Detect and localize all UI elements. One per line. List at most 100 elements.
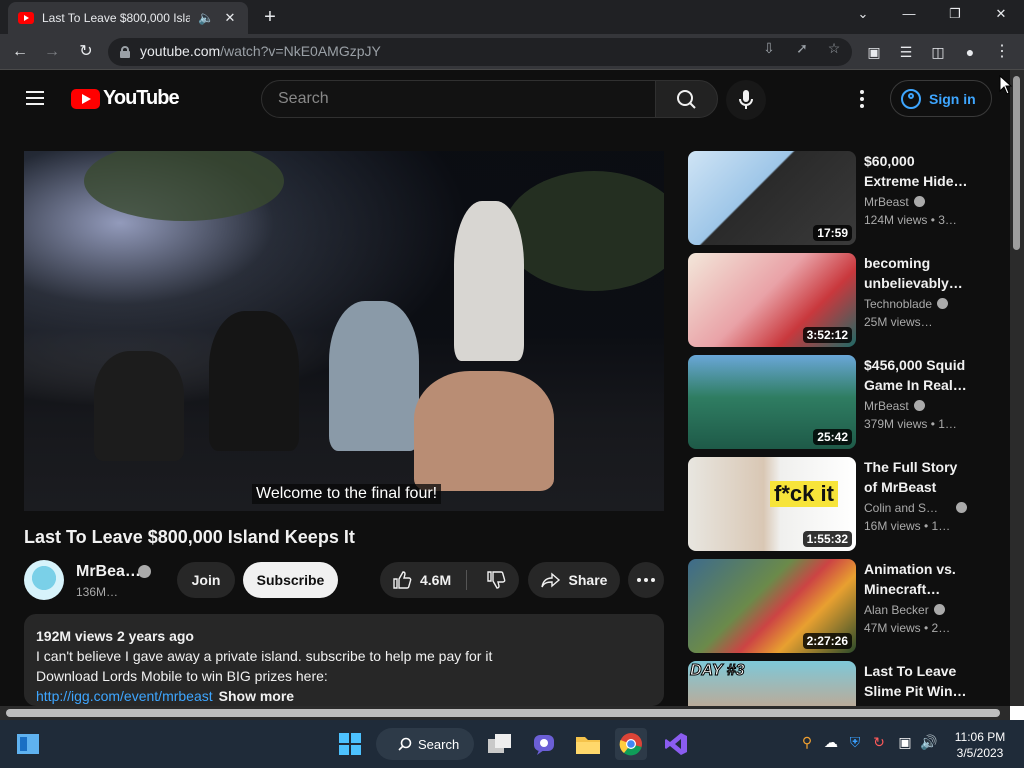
- video-thumbnail[interactable]: f*ck it 1:55:32: [688, 457, 856, 551]
- search-tray-icon[interactable]: ⚲: [798, 734, 816, 751]
- onedrive-cloud-icon[interactable]: ☁: [822, 734, 840, 751]
- rec-video-title[interactable]: $60,000 Extreme Hide…: [864, 151, 970, 191]
- video-thumbnail[interactable]: 17:59: [688, 151, 856, 245]
- url-path: /watch?v=NkE0AMGzpJY: [220, 43, 381, 59]
- scene-palm-fronds: [84, 151, 284, 221]
- video-thumbnail[interactable]: 3:52:12: [688, 253, 856, 347]
- rec-video-title[interactable]: Animation vs. Minecraft…: [864, 559, 970, 599]
- extensions-puzzle-icon[interactable]: ▣: [864, 42, 884, 62]
- restore-button[interactable]: ❐: [940, 6, 970, 22]
- windows-taskbar: Search ⚲ ☁ ⛨ ↻ ▣ 🔊 11:06 PM 3/5/2023: [0, 720, 1024, 768]
- rec-video-meta: 379M views • 1…: [864, 417, 957, 431]
- rec-channel-name[interactable]: Colin and S…: [864, 501, 968, 515]
- profile-icon[interactable]: ●: [960, 42, 980, 62]
- search-input[interactable]: [278, 90, 638, 108]
- voice-search-button[interactable]: [726, 80, 766, 120]
- horizontal-scrollbar[interactable]: [0, 706, 1010, 720]
- description-link[interactable]: http://igg.com/event/mrbeast: [36, 688, 213, 704]
- more-horizontal-icon: [637, 578, 655, 582]
- teams-chat-icon[interactable]: [528, 728, 560, 760]
- youtube-logo[interactable]: YouTube: [71, 87, 180, 110]
- channel-avatar[interactable]: [24, 560, 64, 600]
- forward-arrow-icon[interactable]: →: [42, 42, 62, 62]
- lock-icon[interactable]: [120, 46, 130, 58]
- file-explorer-icon[interactable]: [572, 728, 604, 760]
- taskbar-search[interactable]: Search: [376, 728, 474, 760]
- description-line-2: Download Lords Mobile to win BIG prizes …: [36, 668, 328, 684]
- rec-channel-name[interactable]: Alan Becker: [864, 603, 945, 617]
- video-description[interactable]: 192M views 2 years ago I can't believe I…: [24, 614, 664, 706]
- like-button[interactable]: 4.6M: [380, 562, 466, 598]
- close-window-button[interactable]: ✕: [986, 6, 1016, 22]
- search-button[interactable]: [655, 80, 718, 118]
- taskbar-search-label: Search: [418, 736, 460, 752]
- minimize-button[interactable]: —: [894, 6, 924, 21]
- dislike-button[interactable]: [476, 562, 516, 598]
- recommended-video[interactable]: 25:42 $456,000 Squid Game In Real… MrBea…: [688, 355, 988, 449]
- recommended-video[interactable]: 2:27:26 Animation vs. Minecraft… Alan Be…: [688, 559, 988, 653]
- rec-video-meta: 47M views • 2…: [864, 621, 951, 635]
- rec-channel-name[interactable]: Technoblade: [864, 297, 949, 311]
- logo-text: YouTube: [103, 87, 180, 109]
- show-desktop-icon[interactable]: [12, 728, 44, 760]
- show-more-button[interactable]: Show more: [219, 688, 294, 704]
- rec-channel-name[interactable]: MrBeast: [864, 195, 925, 209]
- account-circle-icon: [901, 88, 921, 109]
- windows-start-icon[interactable]: [334, 728, 366, 760]
- new-tab-button[interactable]: +: [258, 6, 282, 28]
- settings-kebab-icon[interactable]: [852, 89, 872, 109]
- volume-icon[interactable]: 🔊: [920, 734, 938, 751]
- back-arrow-icon[interactable]: ←: [10, 42, 30, 62]
- rec-video-meta: 25M views…: [864, 315, 933, 329]
- video-thumbnail[interactable]: 2:27:26: [688, 559, 856, 653]
- channel-name[interactable]: MrBea…: [76, 563, 141, 581]
- like-dislike-group: 4.6M: [380, 562, 519, 598]
- video-caption: Welcome to the final four!: [252, 484, 442, 504]
- recommended-video[interactable]: 17:59 $60,000 Extreme Hide… MrBeast 124M…: [688, 151, 988, 245]
- tab-search-chevron-down-icon[interactable]: ⌄: [848, 6, 878, 22]
- side-panel-icon[interactable]: ◫: [928, 42, 948, 62]
- recommended-video[interactable]: 3:52:12 becoming unbelievably… Technobla…: [688, 253, 988, 347]
- install-app-icon[interactable]: ⇩: [760, 40, 778, 57]
- rec-video-title[interactable]: The Full Story of MrBeast: [864, 457, 970, 497]
- rec-video-title[interactable]: Last To Leave Slime Pit Win…: [864, 661, 970, 701]
- vertical-scrollbar[interactable]: [1010, 70, 1024, 706]
- scene-person-3: [329, 301, 419, 451]
- bookmark-star-icon[interactable]: ☆: [825, 40, 843, 57]
- system-clock[interactable]: 11:06 PM 3/5/2023: [950, 729, 1010, 761]
- tab-close-icon[interactable]: ✕: [222, 10, 238, 26]
- address-bar[interactable]: youtube.com/watch?v=NkE0AMGzpJY: [108, 38, 852, 66]
- share-button[interactable]: Share: [528, 562, 620, 598]
- rec-video-title[interactable]: $456,000 Squid Game In Real…: [864, 355, 970, 395]
- subscribe-button[interactable]: Subscribe: [243, 562, 338, 598]
- recommended-video[interactable]: DAY #3 Last To Leave Slime Pit Win…: [688, 661, 988, 706]
- more-actions-button[interactable]: [628, 562, 664, 598]
- reload-icon[interactable]: ↻: [76, 42, 96, 62]
- task-view-icon[interactable]: [484, 728, 516, 760]
- sync-alert-icon[interactable]: ↻: [870, 734, 888, 751]
- horizontal-scroll-thumb[interactable]: [6, 709, 1000, 717]
- video-thumbnail[interactable]: DAY #3: [688, 661, 856, 706]
- visual-studio-icon[interactable]: [660, 728, 692, 760]
- chrome-menu-kebab-icon[interactable]: ⋮: [992, 42, 1012, 62]
- sign-in-button[interactable]: Sign in: [890, 80, 992, 117]
- thumbnail-caption: f*ck it: [770, 481, 838, 507]
- verified-badge-icon: [933, 604, 945, 615]
- hamburger-menu-icon[interactable]: [26, 90, 46, 106]
- vertical-scroll-thumb[interactable]: [1013, 76, 1020, 250]
- join-button[interactable]: Join: [177, 562, 235, 598]
- media-queue-icon[interactable]: ☰: [896, 42, 916, 62]
- search-box[interactable]: [261, 80, 656, 118]
- video-player[interactable]: Welcome to the final four!: [24, 151, 664, 511]
- chrome-taskbar-icon[interactable]: [615, 728, 647, 760]
- share-page-icon[interactable]: ➚: [793, 40, 811, 57]
- security-shield-icon[interactable]: ⛨: [846, 734, 864, 751]
- tab-audio-icon[interactable]: 🔈: [198, 10, 214, 26]
- verified-badge-icon: [913, 196, 925, 207]
- rec-channel-name[interactable]: MrBeast: [864, 399, 925, 413]
- recommended-video[interactable]: f*ck it 1:55:32 The Full Story of MrBeas…: [688, 457, 988, 551]
- browser-tab-active[interactable]: Last To Leave $800,000 Island Keeps It 🔈…: [8, 2, 248, 34]
- rec-video-title[interactable]: becoming unbelievably…: [864, 253, 970, 293]
- video-thumbnail[interactable]: 25:42: [688, 355, 856, 449]
- network-icon[interactable]: ▣: [896, 734, 914, 751]
